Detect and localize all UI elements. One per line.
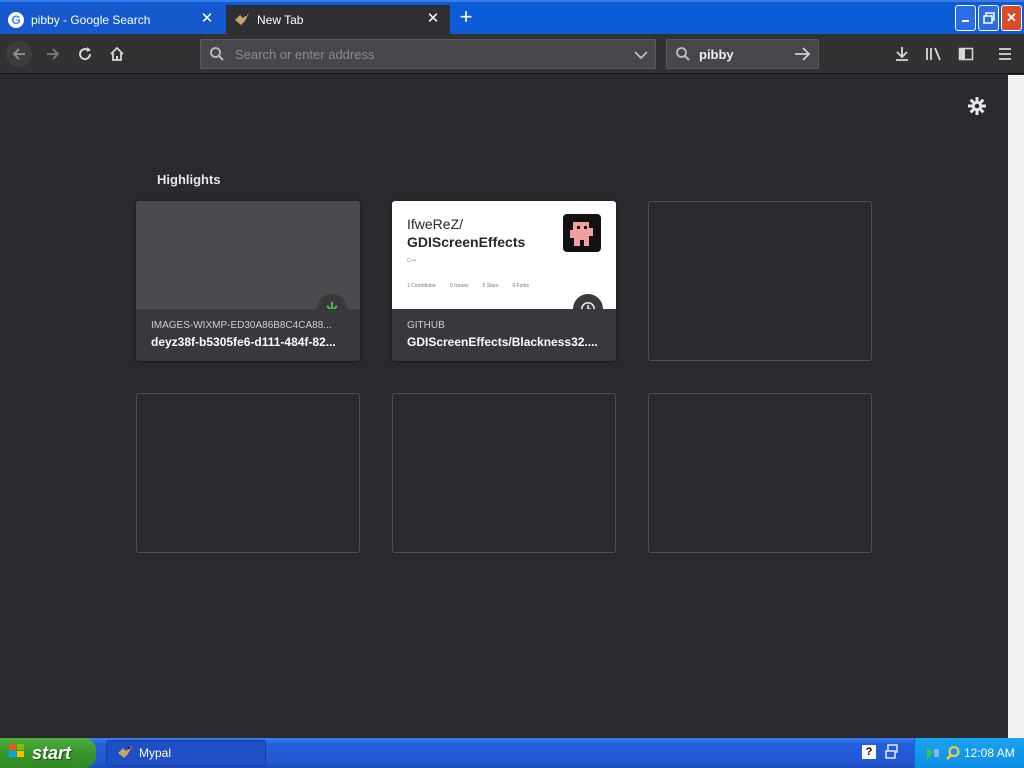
close-tab-icon[interactable]: ✕: [425, 11, 441, 27]
minimize-button[interactable]: [955, 5, 976, 31]
highlight-card-github[interactable]: IfweReZ/ GDIScreenEffects C++ 1 Contribu…: [392, 201, 616, 361]
repo-stats: 1 Contributor 0 Issues 5 Stars 0 Forks: [407, 283, 529, 289]
tab-label: New Tab: [257, 13, 304, 27]
forward-button[interactable]: [40, 41, 66, 67]
empty-highlight-slot: [648, 201, 872, 361]
card-title: GDIScreenEffects/Blackness32....: [407, 335, 598, 349]
card-source: GITHUB: [407, 320, 445, 331]
card-meta: GITHUB GDIScreenEffects/Blackness32....: [392, 309, 616, 361]
taskbar-clock: 12:08 AM: [964, 746, 1015, 760]
tab-google-search[interactable]: G pibby - Google Search ✕: [0, 5, 224, 35]
restore-windows-icon[interactable]: [885, 744, 899, 765]
address-bar[interactable]: [200, 39, 656, 69]
home-icon: [110, 46, 124, 61]
chevron-down-icon[interactable]: [634, 48, 648, 66]
library-button[interactable]: [921, 41, 947, 67]
repo-name: GDIScreenEffects: [407, 234, 526, 250]
stat-contributors: 1 Contributor: [407, 283, 436, 289]
download-icon: [896, 47, 908, 61]
tab-new-tab[interactable]: New Tab ✕: [226, 5, 450, 35]
library-icon: [926, 47, 941, 61]
start-button[interactable]: start: [0, 738, 96, 768]
card-thumbnail: [136, 201, 360, 309]
back-arrow-icon: [12, 48, 25, 60]
taskbar-item-label: Mypal: [139, 746, 172, 760]
home-button[interactable]: [104, 41, 130, 67]
card-meta: IMAGES-WIXMP-ED30A86B8C4CA88... deyz38f-…: [136, 309, 360, 361]
forward-arrow-icon: [47, 48, 60, 60]
highlights-heading: Highlights: [157, 172, 221, 187]
google-icon: G: [8, 12, 24, 28]
menu-button[interactable]: [992, 41, 1018, 67]
tab-label: pibby - Google Search: [31, 13, 151, 27]
tab-strip: G pibby - Google Search ✕ New Tab ✕ + ✕: [0, 0, 1024, 35]
taskbar: start Mypal ? 12:08 AM: [0, 738, 1024, 768]
repo-owner: IfweReZ/: [407, 216, 464, 232]
stat-stars: 5 Stars: [482, 283, 499, 289]
start-label: start: [32, 742, 72, 763]
settings-button[interactable]: [965, 94, 989, 118]
sidebar-button[interactable]: [953, 41, 979, 67]
highlight-card-download[interactable]: IMAGES-WIXMP-ED30A86B8C4CA88... deyz38f-…: [136, 201, 360, 361]
back-button[interactable]: [6, 41, 32, 67]
card-thumbnail: IfweReZ/ GDIScreenEffects C++ 1 Contribu…: [392, 201, 616, 309]
card-title: deyz38f-b5305fe6-d111-484f-82...: [151, 335, 336, 349]
scrollbar[interactable]: [1008, 75, 1024, 738]
hamburger-menu-icon: [999, 48, 1011, 60]
taskbar-item-mypal[interactable]: Mypal: [106, 740, 266, 766]
search-go-arrow-icon[interactable]: [794, 46, 812, 67]
search-icon: [675, 46, 691, 67]
search-input[interactable]: [697, 40, 787, 68]
gear-icon: [968, 97, 986, 115]
search-tray-icon[interactable]: [945, 745, 961, 766]
repo-language: C++: [407, 258, 417, 264]
stat-forks: 0 Forks: [512, 283, 530, 289]
search-bar[interactable]: [666, 39, 819, 69]
close-window-button[interactable]: ✕: [1001, 5, 1022, 31]
mypal-bird-icon: [117, 745, 133, 762]
mypal-bird-icon: [234, 12, 250, 29]
new-tab-button[interactable]: +: [455, 6, 477, 29]
reload-icon: [79, 47, 92, 61]
downloads-button[interactable]: [889, 41, 915, 67]
stat-issues: 0 Issues: [449, 283, 469, 289]
restore-button[interactable]: [978, 5, 999, 31]
close-tab-icon[interactable]: ✕: [199, 11, 215, 27]
windows-logo-icon: [8, 743, 26, 764]
address-input[interactable]: [233, 40, 623, 68]
repo-avatar: [563, 214, 601, 252]
empty-highlight-slot: [392, 393, 616, 553]
search-icon: [209, 46, 225, 67]
empty-highlight-slot: [136, 393, 360, 553]
empty-highlight-slot: [648, 393, 872, 553]
nav-toolbar: [0, 34, 1024, 74]
help-icon[interactable]: ?: [862, 745, 876, 759]
network-icon[interactable]: [925, 745, 941, 766]
card-source: IMAGES-WIXMP-ED30A86B8C4CA88...: [151, 320, 332, 331]
reload-button[interactable]: [72, 41, 98, 67]
sidebar-icon: [958, 47, 974, 61]
